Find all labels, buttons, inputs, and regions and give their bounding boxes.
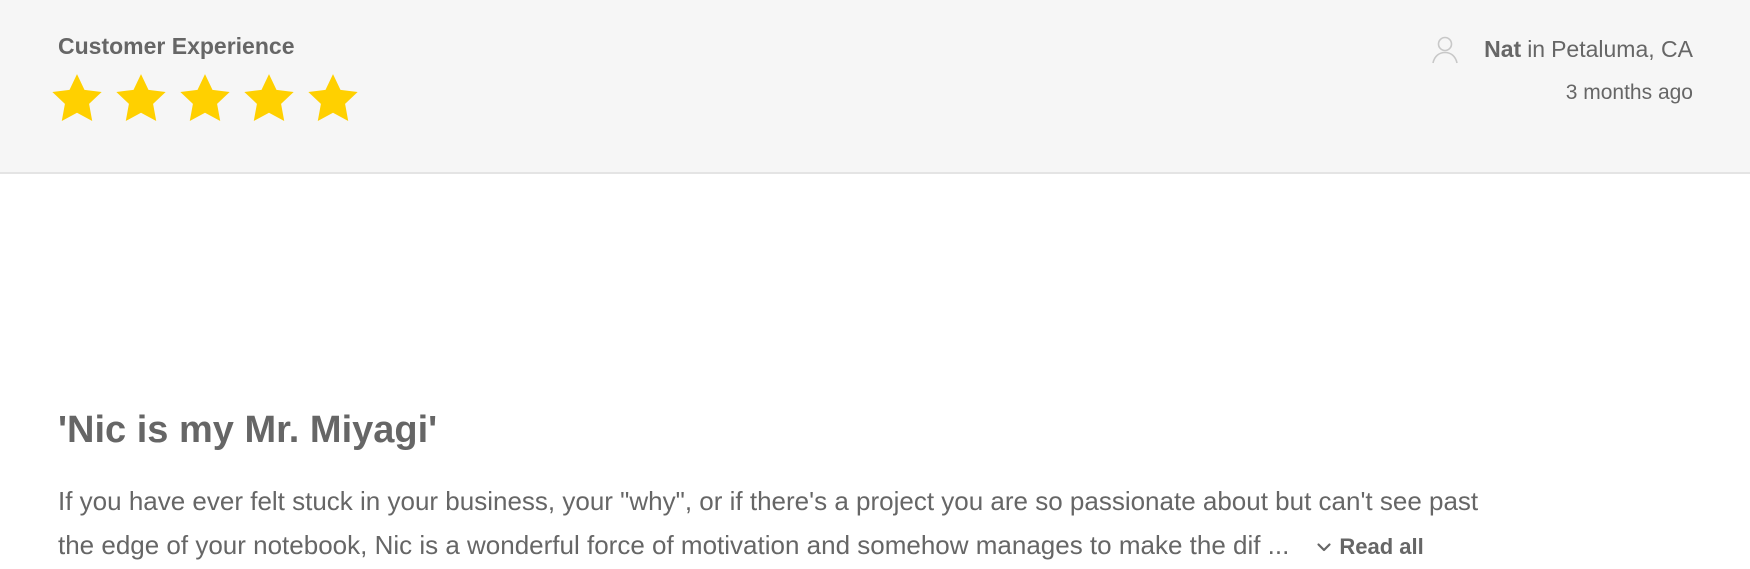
star-icon	[180, 74, 230, 121]
star-rating	[48, 70, 368, 128]
read-all-label: Read all	[1339, 534, 1424, 560]
review-header: Customer Experience Nat in Petaluma, CA …	[0, 0, 1750, 174]
rating-category: Customer Experience	[58, 33, 295, 59]
reviewer-name: Nat	[1484, 35, 1522, 62]
chevron-down-icon	[1317, 543, 1331, 552]
review-line-1: If you have ever felt stuck in your busi…	[58, 486, 1479, 516]
review-line-2-text: the edge of your notebook, Nic is a wond…	[58, 530, 1290, 560]
read-all-button[interactable]: Read all	[1315, 525, 1424, 569]
user-icon	[1432, 36, 1458, 64]
reviewer-connector: in	[1527, 35, 1546, 62]
review-title: 'Nic is my Mr. Miyagi'	[58, 409, 438, 451]
review-timestamp: 3 months ago	[1565, 81, 1693, 104]
star-icon	[116, 74, 166, 121]
star-icon	[52, 74, 102, 121]
reviewer-info: Nat in Petaluma, CA	[1430, 34, 1693, 64]
review-body: If you have ever felt stuck in your busi…	[58, 479, 1658, 569]
star-icon	[308, 74, 358, 121]
star-icon	[244, 74, 294, 121]
review-line-2: the edge of your notebook, Nic is a wond…	[58, 523, 1658, 569]
reviewer-location: Petaluma, CA	[1551, 35, 1693, 62]
